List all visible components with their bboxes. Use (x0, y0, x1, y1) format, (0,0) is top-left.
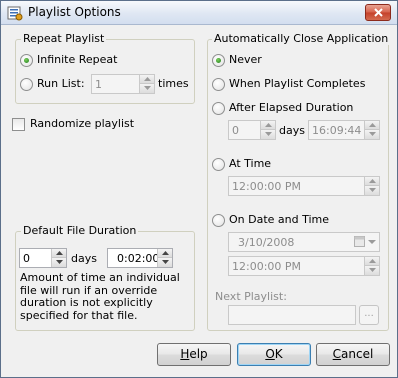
spin-down-button[interactable] (158, 258, 172, 267)
help-button[interactable]: Help (157, 343, 231, 366)
date-value: 3/10/2008 (238, 236, 295, 249)
browse-playlist-label: ... (364, 308, 374, 319)
spin-up-button[interactable] (140, 75, 154, 84)
default-time-input[interactable]: 0:02:00 (107, 248, 173, 268)
spin-up-arrow-icon (162, 251, 169, 255)
elapsed-days-value: 0 (232, 124, 239, 137)
elapsed-time-input[interactable]: 16:09:44 (308, 120, 380, 140)
run-list-count-input[interactable]: 1 (91, 74, 155, 94)
default-days-spinner[interactable] (51, 249, 66, 267)
ok-button-label: OK (265, 347, 283, 361)
spin-up-arrow-icon (265, 123, 272, 127)
randomize-checkbox[interactable] (12, 118, 25, 131)
infinite-repeat-radio[interactable] (20, 54, 33, 67)
close-on-date-time-radio[interactable] (212, 214, 225, 227)
close-button[interactable] (365, 4, 391, 21)
at-time-input[interactable]: 12:00:00 PM (228, 176, 380, 196)
close-after-elapsed-radio[interactable] (212, 102, 225, 115)
elapsed-days-label: days (279, 124, 305, 137)
close-never-radio[interactable] (212, 54, 225, 67)
spin-up-arrow-icon (369, 123, 376, 127)
calendar-dropdown-icon[interactable] (354, 236, 376, 251)
spin-down-button[interactable] (52, 258, 66, 267)
close-x-icon (374, 8, 383, 17)
default-days-input[interactable]: 0 (19, 248, 67, 268)
spin-up-arrow-icon (56, 251, 63, 255)
run-list-label[interactable]: Run List: (37, 77, 85, 90)
close-when-complete-label[interactable]: When Playlist Completes (229, 77, 365, 90)
default-days-value: 0 (23, 252, 30, 265)
playlist-options-dialog: Playlist Options Repeat Playlist Infinit… (0, 0, 398, 378)
spin-up-button[interactable] (365, 257, 379, 266)
spin-up-button[interactable] (158, 249, 172, 258)
elapsed-time-value: 16:09:44 (312, 124, 362, 137)
elapsed-days-spinner[interactable] (260, 121, 275, 139)
spin-down-button[interactable] (365, 186, 379, 195)
randomize-label[interactable]: Randomize playlist (30, 117, 134, 130)
spin-down-button[interactable] (261, 130, 275, 139)
date-picker[interactable]: 3/10/2008 (228, 232, 380, 252)
spin-up-button[interactable] (365, 177, 379, 186)
spin-up-button[interactable] (261, 121, 275, 130)
at-time-value: 12:00:00 PM (232, 180, 302, 193)
times-label: times (158, 77, 189, 90)
default-time-spinner[interactable] (157, 249, 172, 267)
spin-down-arrow-icon (369, 188, 376, 192)
spin-down-arrow-icon (162, 260, 169, 264)
run-list-spinner[interactable] (139, 75, 154, 93)
date-time-input[interactable]: 12:00:00 PM (228, 256, 380, 276)
spin-down-arrow-icon (144, 86, 151, 90)
title-bar[interactable]: Playlist Options (1, 1, 397, 25)
auto-close-group-title: Automatically Close Application (212, 32, 391, 45)
default-duration-group-title: Default File Duration (21, 224, 139, 237)
close-at-time-radio[interactable] (212, 158, 225, 171)
default-time-value: 0:02:00 (117, 252, 160, 265)
spin-up-button[interactable] (52, 249, 66, 258)
at-time-spinner[interactable] (364, 177, 379, 195)
spin-up-button[interactable] (365, 121, 379, 130)
close-after-elapsed-label[interactable]: After Elapsed Duration (229, 101, 353, 114)
spin-down-button[interactable] (365, 266, 379, 275)
close-never-label[interactable]: Never (229, 53, 262, 66)
date-time-spinner[interactable] (364, 257, 379, 275)
run-list-radio[interactable] (20, 78, 33, 91)
playlist-app-icon (7, 5, 23, 21)
run-list-count-value: 1 (95, 78, 102, 91)
infinite-repeat-label[interactable]: Infinite Repeat (37, 53, 117, 66)
window-title: Playlist Options (28, 5, 121, 19)
default-days-label: days (71, 252, 97, 265)
close-when-complete-radio[interactable] (212, 78, 225, 91)
repeat-playlist-group-title: Repeat Playlist (21, 32, 107, 45)
date-time-value: 12:00:00 PM (232, 260, 302, 273)
spin-down-arrow-icon (265, 132, 272, 136)
elapsed-time-spinner[interactable] (364, 121, 379, 139)
close-at-time-label[interactable]: At Time (229, 157, 271, 170)
close-on-date-time-label[interactable]: On Date and Time (229, 213, 329, 226)
spin-up-arrow-icon (369, 179, 376, 183)
spin-down-button[interactable] (365, 130, 379, 139)
spin-down-arrow-icon (369, 132, 376, 136)
help-button-label: Help (180, 347, 208, 361)
repeat-playlist-group (15, 39, 195, 104)
default-duration-description: Amount of time an individual file will r… (20, 271, 180, 322)
spin-down-button[interactable] (140, 84, 154, 93)
ok-button[interactable]: OK (237, 343, 311, 366)
spin-down-arrow-icon (369, 268, 376, 272)
next-playlist-input[interactable] (228, 305, 356, 325)
browse-playlist-button[interactable]: ... (359, 305, 379, 325)
spin-up-arrow-icon (369, 259, 376, 263)
cancel-button[interactable]: Cancel (316, 343, 390, 366)
spin-down-arrow-icon (56, 260, 63, 264)
next-playlist-label: Next Playlist: (215, 290, 287, 303)
cancel-button-label: Cancel (332, 347, 374, 361)
spin-up-arrow-icon (144, 77, 151, 81)
elapsed-days-input[interactable]: 0 (228, 120, 276, 140)
